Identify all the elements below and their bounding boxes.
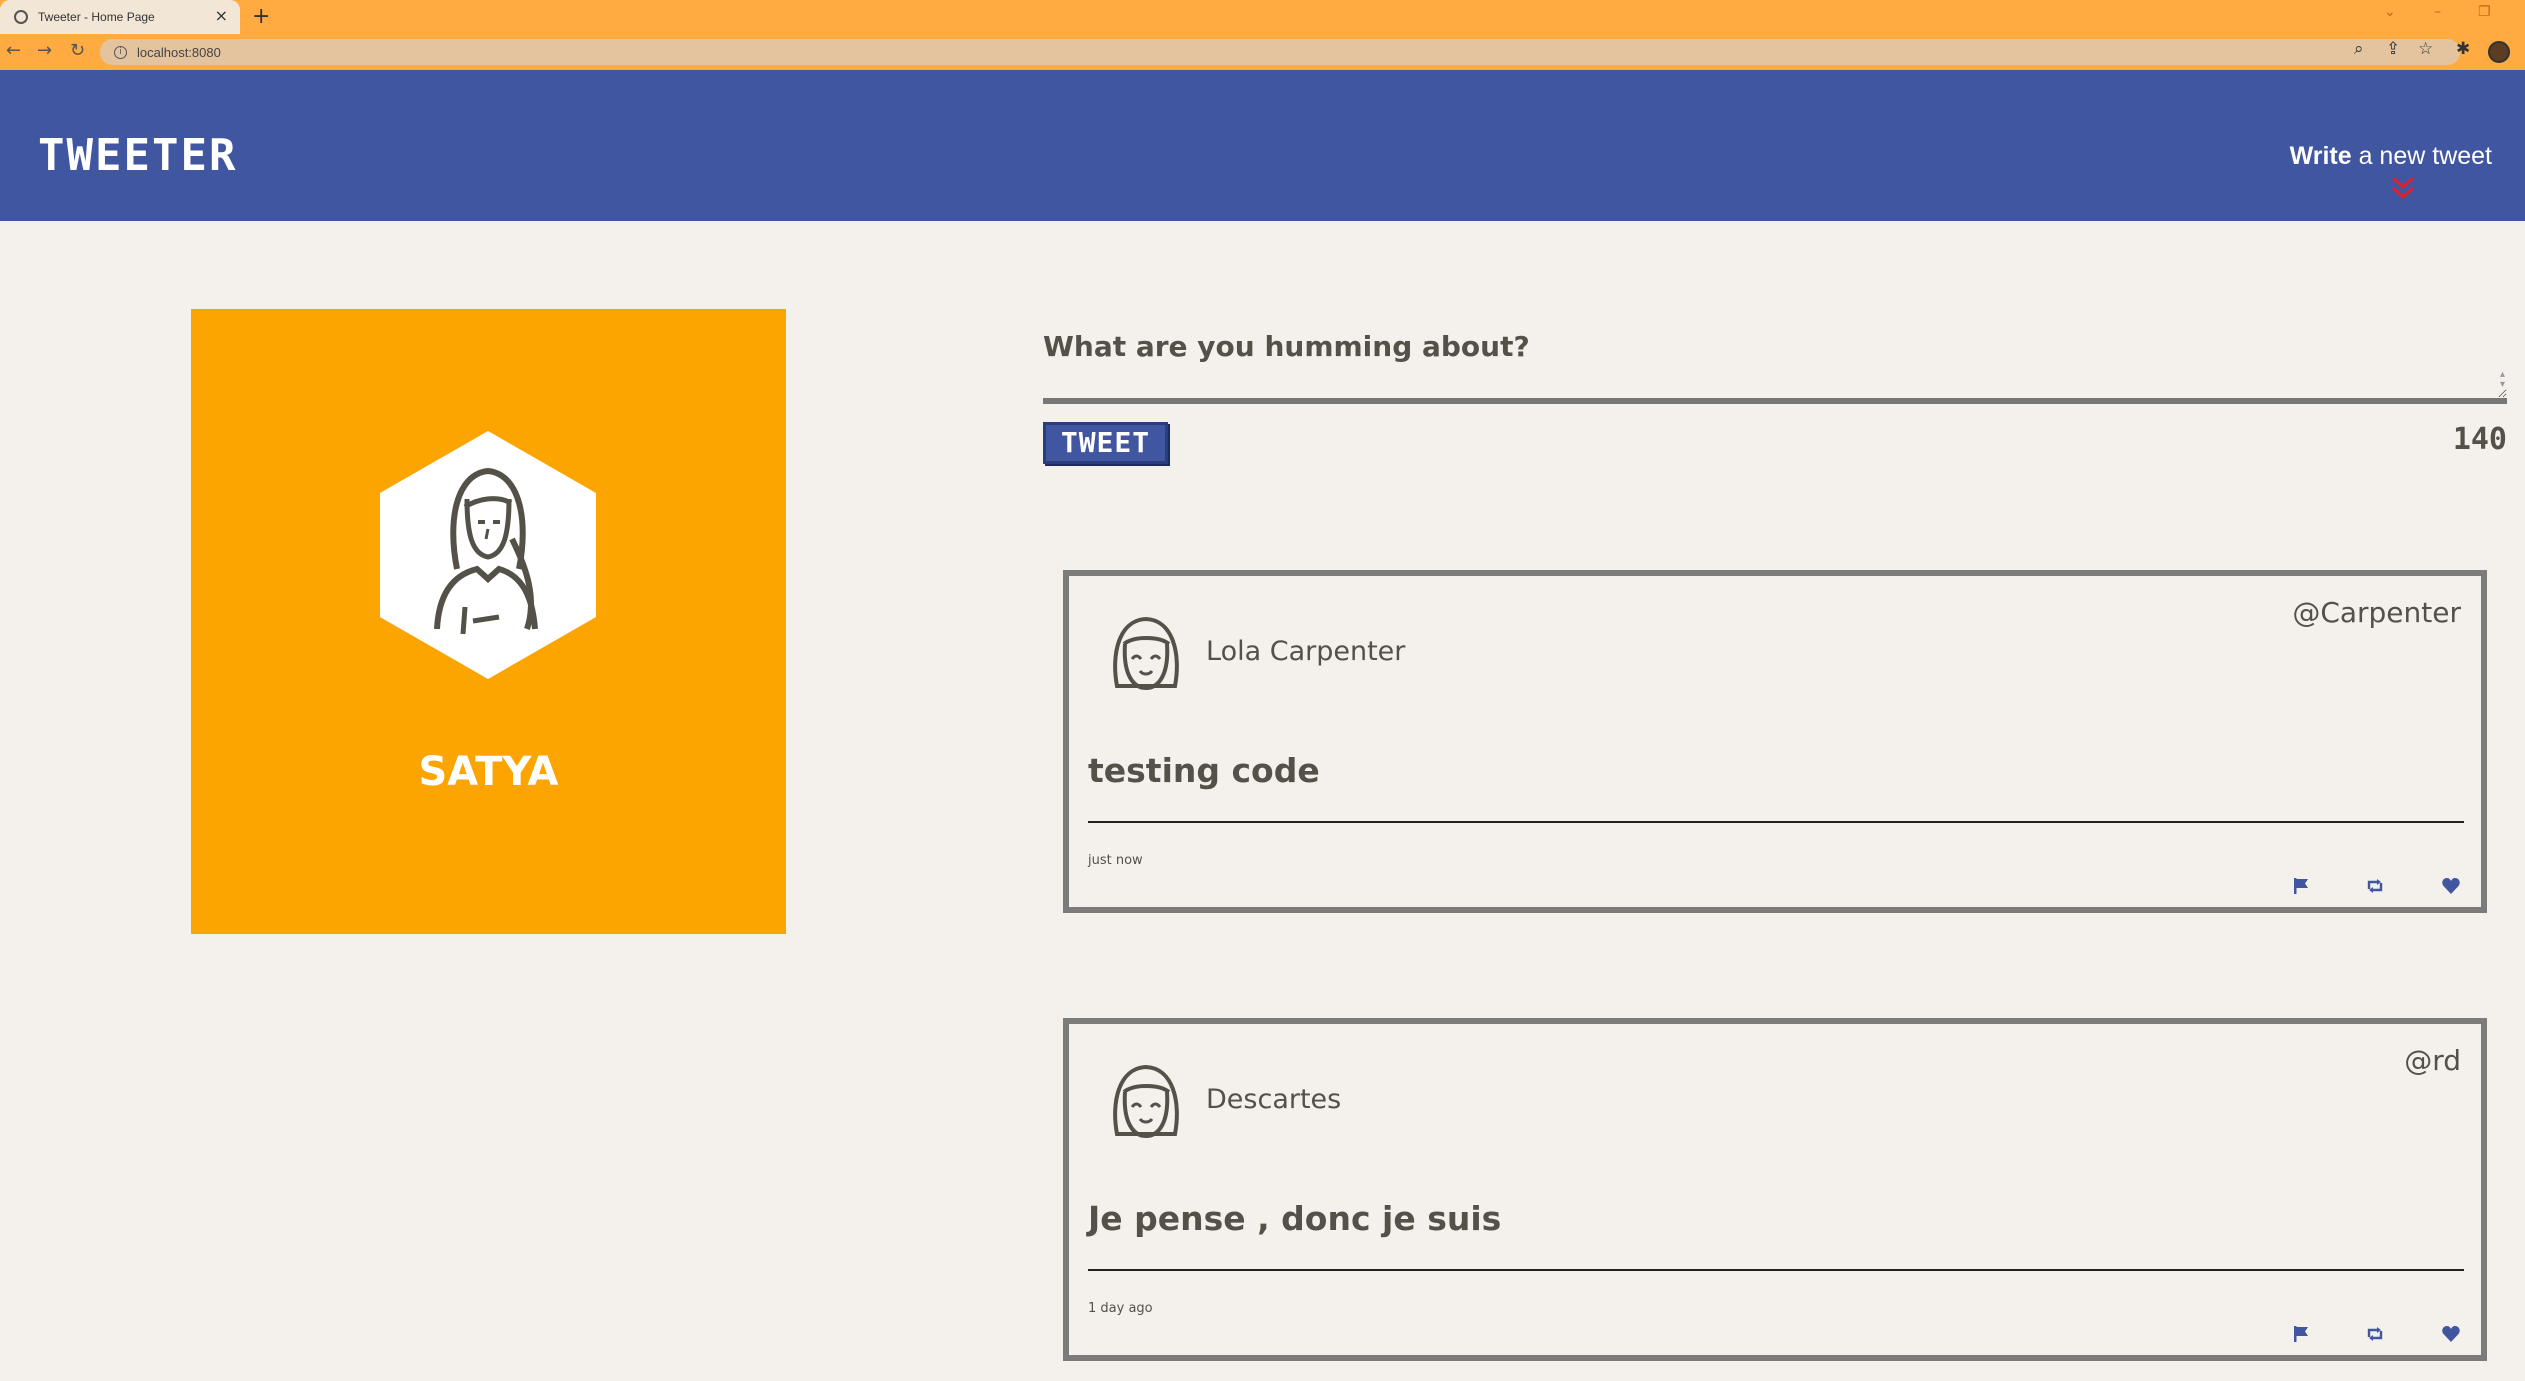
tweet-card: Lola Carpenter @Carpenter testing code j…	[1063, 570, 2487, 913]
tab-search-chevron-icon[interactable]: ⌄	[2384, 4, 2396, 20]
flag-icon[interactable]	[2291, 876, 2311, 896]
tweet-divider	[1088, 1269, 2464, 1271]
heart-icon[interactable]	[2441, 1324, 2461, 1344]
tweet-timestamp: just now	[1088, 853, 1143, 868]
browser-tab[interactable]: Tweeter - Home Page ×	[0, 0, 240, 34]
close-tab-icon[interactable]: ×	[215, 8, 228, 24]
forward-button[interactable]: →	[37, 40, 52, 61]
browser-tabstrip: Tweeter - Home Page × + ⌄ – ❐	[0, 0, 2525, 34]
compose-link-strong: Write	[2289, 142, 2352, 170]
reload-button[interactable]: ↻	[70, 40, 85, 61]
tweet-card: Descartes @rd Je pense , donc je suis 1 …	[1063, 1018, 2487, 1361]
profile-name: SATYA	[418, 749, 559, 795]
tweet-author-name: Lola Carpenter	[1206, 636, 1406, 667]
scroll-arrows-icon[interactable]: ▴ ▾	[2500, 370, 2505, 390]
address-bar[interactable]: i localhost:8080	[100, 39, 2460, 65]
write-new-tweet-link[interactable]: Write a new tweet	[2290, 142, 2492, 171]
tweet-author-handle: @Carpenter	[2292, 596, 2461, 629]
user-avatar-icon	[380, 431, 596, 679]
user-avatar-icon	[1113, 616, 1179, 691]
brand-logo[interactable]: TWEETER	[38, 134, 237, 178]
zoom-icon[interactable]: ⌕	[2354, 39, 2364, 59]
user-avatar-icon	[1113, 1064, 1179, 1139]
restore-button[interactable]: ❐	[2478, 4, 2491, 20]
tweet-button[interactable]: TWEET	[1043, 422, 1168, 464]
profile-card: SATYA	[191, 309, 786, 934]
app-header: TWEETER Write a new tweet	[0, 70, 2525, 221]
new-tweet-form: ▴▾ TWEET 140	[1043, 320, 2507, 470]
extensions-icon[interactable]: ✱	[2456, 39, 2470, 59]
tweet-divider	[1088, 821, 2464, 823]
browser-toolbar: ← → ↻ i localhost:8080 ⌕ ⇪ ☆ ✱	[0, 34, 2525, 70]
minimize-button[interactable]: –	[2434, 4, 2441, 20]
tweet-author-handle: @rd	[2404, 1044, 2461, 1077]
flag-icon[interactable]	[2291, 1324, 2311, 1344]
double-chevron-down-icon[interactable]	[2390, 174, 2416, 204]
tweet-timestamp: 1 day ago	[1088, 1301, 1153, 1316]
tweet-input[interactable]	[1043, 330, 2507, 404]
profile-avatar[interactable]	[2488, 41, 2510, 63]
tweet-content: Je pense , donc je suis	[1088, 1199, 1502, 1238]
tweet-content: testing code	[1088, 751, 1320, 790]
retweet-icon[interactable]	[2365, 876, 2385, 896]
star-icon[interactable]: ☆	[2418, 39, 2433, 59]
heart-icon[interactable]	[2441, 876, 2461, 896]
character-counter: 140	[2452, 422, 2507, 457]
compose-link-text: a new tweet	[2351, 142, 2492, 170]
url-text: localhost:8080	[137, 44, 221, 60]
new-tab-button[interactable]: +	[252, 4, 270, 29]
back-button[interactable]: ←	[6, 40, 21, 61]
tab-title: Tweeter - Home Page	[38, 10, 155, 24]
globe-icon	[14, 10, 28, 24]
tweet-author-name: Descartes	[1206, 1084, 1342, 1115]
retweet-icon[interactable]	[2365, 1324, 2385, 1344]
share-icon[interactable]: ⇪	[2386, 39, 2400, 59]
site-info-icon[interactable]: i	[114, 45, 127, 59]
